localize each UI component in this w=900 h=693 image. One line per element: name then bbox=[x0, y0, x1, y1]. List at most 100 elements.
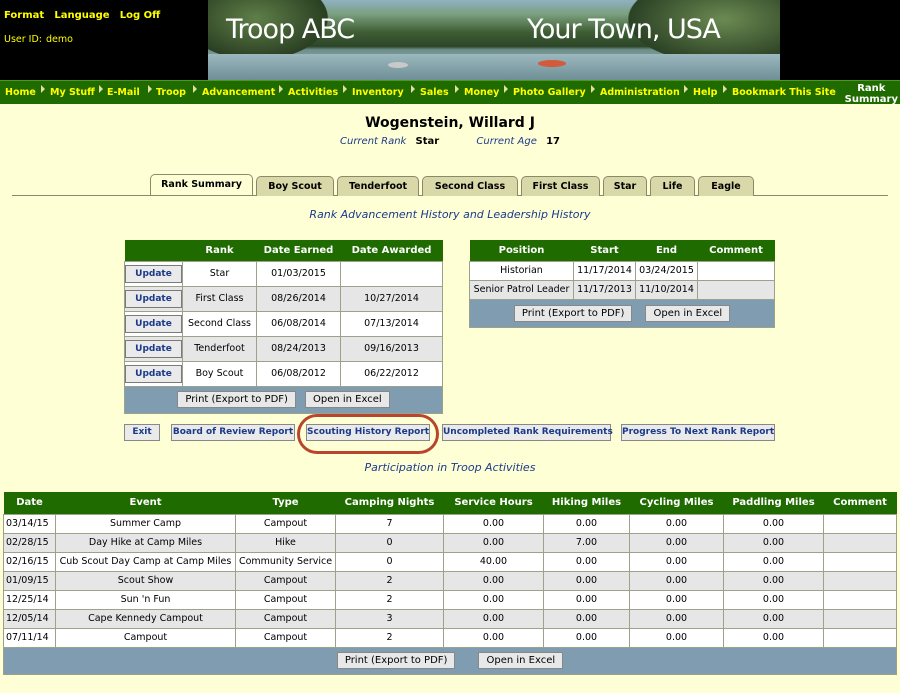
table-cell bbox=[823, 589, 897, 610]
table-cell: 0.00 bbox=[443, 570, 544, 591]
table-row: 01/09/15 Scout Show Campout 2 0.00 0.00 0.00 0.… bbox=[3, 570, 897, 591]
table-cell: Update bbox=[124, 310, 183, 337]
table-cell: Update bbox=[124, 260, 183, 287]
table-cell: Campout bbox=[55, 627, 236, 648]
table-row: 03/14/15 Summer Camp Campout 7 0.00 0.00 0.00 0… bbox=[3, 513, 897, 534]
table-cell: 12/05/14 bbox=[3, 608, 56, 629]
rank-history-title: Rank Advancement History and Leadership … bbox=[309, 208, 591, 221]
participation-title: Participation in Troop Activities bbox=[364, 461, 536, 474]
troop-title: Troop ABC bbox=[226, 14, 355, 45]
exit-button[interactable]: Exit bbox=[124, 424, 160, 441]
table-cell: 0.00 bbox=[723, 608, 824, 629]
nav-bookmark[interactable]: Bookmark This Site bbox=[732, 87, 836, 98]
open-excel-button[interactable]: Open in Excel bbox=[645, 304, 731, 322]
tab-rank-summary[interactable]: Rank Summary bbox=[150, 174, 253, 195]
nav-my-stuff[interactable]: My Stuff bbox=[50, 87, 95, 98]
update-button[interactable]: Update bbox=[125, 339, 182, 358]
nav-advancement[interactable]: Advancement bbox=[202, 87, 275, 98]
participation-header: Service Hours bbox=[443, 492, 544, 514]
tab-first-class[interactable]: First Class bbox=[521, 176, 600, 196]
table-row: 12/25/14 Sun 'n Fun Campout 2 0.00 0.00 0.00 0.… bbox=[3, 589, 897, 610]
tab-eagle[interactable]: Eagle bbox=[698, 176, 754, 196]
nav-help[interactable]: Help bbox=[693, 87, 717, 98]
table-cell: 02/16/15 bbox=[3, 551, 56, 572]
table-cell bbox=[697, 279, 775, 300]
nav-separator-icon bbox=[504, 85, 508, 93]
tab-tenderfoot[interactable]: Tenderfoot bbox=[337, 176, 419, 196]
update-button[interactable]: Update bbox=[125, 264, 182, 283]
header-links: Format Language Log Off bbox=[4, 10, 167, 21]
table-cell: 08/26/2014 bbox=[256, 285, 341, 312]
print-pdf-button[interactable]: Print (Export to PDF) bbox=[177, 391, 296, 408]
table-cell: Cape Kennedy Campout bbox=[55, 608, 236, 629]
nav-money[interactable]: Money bbox=[464, 87, 499, 98]
open-excel-button[interactable]: Open in Excel bbox=[304, 391, 390, 408]
open-excel-button[interactable]: Open in Excel bbox=[478, 652, 564, 669]
nav-administration[interactable]: Administration bbox=[600, 87, 680, 98]
header: Format Language Log Off User ID: demo Tro… bbox=[0, 0, 900, 80]
table-row: Update Star 01/03/2015 bbox=[124, 260, 443, 287]
table-cell: 12/25/14 bbox=[3, 589, 56, 610]
language-link[interactable]: Language bbox=[54, 10, 109, 21]
table-cell: 0 bbox=[335, 532, 444, 553]
nav-sales[interactable]: Sales bbox=[420, 87, 449, 98]
table-row: Senior Patrol Leader 11/17/2013 11/10/20… bbox=[469, 279, 775, 300]
rank-table-header: Rank bbox=[182, 240, 257, 261]
tab-star[interactable]: Star bbox=[603, 176, 647, 196]
print-pdf-button[interactable]: Print (Export to PDF) bbox=[513, 304, 633, 322]
progress-to-next-rank-report-button[interactable]: Progress To Next Rank Report bbox=[621, 424, 775, 441]
nav-photo-gallery[interactable]: Photo Gallery bbox=[513, 87, 586, 98]
nav-home[interactable]: Home bbox=[5, 87, 36, 98]
table-footer: Print (Export to PDF) Open in Excel bbox=[3, 646, 897, 675]
tab-second-class[interactable]: Second Class bbox=[422, 176, 518, 196]
nav-troop[interactable]: Troop bbox=[156, 87, 186, 98]
table-cell: 2 bbox=[335, 627, 444, 648]
table-row: Historian 11/17/2014 03/24/2015 bbox=[469, 260, 775, 281]
leadership-table: Position Start End Comment Historian 11/… bbox=[469, 240, 775, 328]
table-cell: 0.00 bbox=[443, 589, 544, 610]
table-cell: Star bbox=[182, 260, 257, 287]
nav-separator-icon bbox=[279, 85, 283, 93]
table-cell: 0.00 bbox=[443, 608, 544, 629]
update-button[interactable]: Update bbox=[125, 314, 182, 333]
nav-activities[interactable]: Activities bbox=[288, 87, 338, 98]
tab-boy-scout[interactable]: Boy Scout bbox=[256, 176, 334, 196]
table-cell: Campout bbox=[235, 513, 336, 534]
table-cell: 0.00 bbox=[723, 551, 824, 572]
nav-separator-icon bbox=[411, 85, 415, 93]
uncompleted-rank-requirements-button[interactable]: Uncompleted Rank Requirements bbox=[442, 424, 613, 441]
nav-separator-icon bbox=[193, 85, 197, 93]
rank-table: Rank Date Earned Date Awarded Update Sta… bbox=[124, 240, 443, 414]
rank-table-header bbox=[124, 240, 183, 261]
nav-inventory[interactable]: Inventory bbox=[352, 87, 404, 98]
banner-canoe bbox=[388, 62, 408, 68]
table-cell: 0.00 bbox=[629, 589, 724, 610]
nav-separator-icon bbox=[343, 85, 347, 93]
update-button[interactable]: Update bbox=[125, 364, 182, 383]
table-cell bbox=[823, 532, 897, 553]
current-age-value: 17 bbox=[546, 136, 560, 147]
table-cell: 0.00 bbox=[543, 627, 630, 648]
participation-header: Date bbox=[3, 492, 56, 514]
log-off-link[interactable]: Log Off bbox=[120, 10, 160, 21]
board-of-review-report-button[interactable]: Board of Review Report bbox=[171, 424, 295, 441]
user-id: User ID: demo bbox=[4, 34, 73, 45]
page-title-line1: Rank bbox=[857, 83, 886, 94]
leadership-table-header: End bbox=[635, 240, 698, 261]
table-row: Update Boy Scout 06/08/2012 06/22/2012 bbox=[124, 360, 443, 387]
nav-email[interactable]: E-Mail bbox=[107, 87, 140, 98]
table-cell: Scout Show bbox=[55, 570, 236, 591]
table-cell: 7 bbox=[335, 513, 444, 534]
tab-life[interactable]: Life bbox=[650, 176, 695, 196]
table-cell: 2 bbox=[335, 589, 444, 610]
print-pdf-button[interactable]: Print (Export to PDF) bbox=[336, 652, 456, 669]
table-cell: 01/03/2015 bbox=[256, 260, 341, 287]
rank-table-header: Date Earned bbox=[256, 240, 341, 261]
update-button[interactable]: Update bbox=[125, 289, 182, 308]
participation-header: Comment bbox=[823, 492, 897, 514]
table-cell: Day Hike at Camp Miles bbox=[55, 532, 236, 553]
format-link[interactable]: Format bbox=[4, 10, 44, 21]
table-cell: Campout bbox=[235, 627, 336, 648]
page-title-line2: Summary bbox=[844, 94, 898, 105]
table-cell: 0.00 bbox=[443, 532, 544, 553]
